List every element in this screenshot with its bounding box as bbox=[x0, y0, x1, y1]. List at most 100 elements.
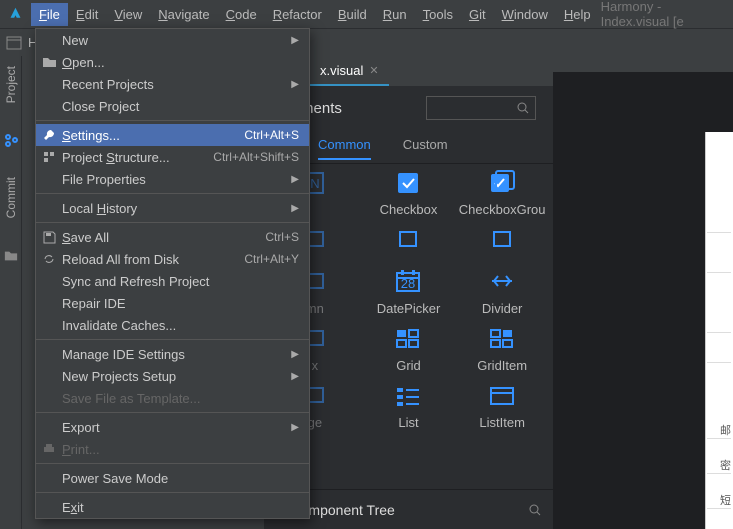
branch-icon bbox=[4, 133, 18, 147]
component-icon bbox=[393, 170, 423, 196]
menu-item-new-projects-setup[interactable]: New Projects Setup▶ bbox=[36, 365, 309, 387]
commit-tool-button[interactable]: Commit bbox=[4, 177, 18, 218]
menu-item-local-history[interactable]: Local History ▶ bbox=[36, 197, 309, 219]
menu-navigate[interactable]: Navigate bbox=[150, 3, 217, 26]
close-icon[interactable]: ✕ bbox=[369, 64, 378, 77]
submenu-arrow-icon: ▶ bbox=[291, 174, 299, 185]
palette-item-checkbox[interactable]: Checkbox bbox=[362, 170, 456, 217]
palette-item-list[interactable]: List bbox=[362, 383, 456, 430]
menu-tools[interactable]: Tools bbox=[415, 3, 461, 26]
menu-item-label: New bbox=[62, 33, 88, 48]
menu-item-manage-ide-settings[interactable]: Manage IDE Settings▶ bbox=[36, 343, 309, 365]
palette-item-label: Checkbox bbox=[380, 202, 438, 217]
shortcut-label: Ctrl+Alt+Shift+S bbox=[213, 150, 299, 164]
palette-item-label: ListItem bbox=[479, 415, 525, 430]
submenu-arrow-icon: ▶ bbox=[291, 349, 299, 360]
tab-custom[interactable]: Custom bbox=[403, 131, 448, 160]
svg-text:28: 28 bbox=[401, 276, 415, 291]
menu-run[interactable]: Run bbox=[375, 3, 415, 26]
form-label: 邮 bbox=[707, 422, 731, 439]
palette-item-partial[interactable] bbox=[362, 227, 456, 259]
file-menu-dropdown: New▶Open...Recent Projects▶Close Project… bbox=[35, 28, 310, 519]
menu-item-label: Local History bbox=[62, 201, 137, 216]
submenu-arrow-icon: ▶ bbox=[291, 203, 299, 214]
components-search[interactable] bbox=[426, 96, 536, 120]
menu-item-label: Power Save Mode bbox=[62, 471, 168, 486]
palette-item-label: x bbox=[312, 358, 319, 373]
palette-item-griditem[interactable]: GridItem bbox=[455, 326, 549, 373]
palette-item-label: Grid bbox=[396, 358, 421, 373]
palette-item-datepicker[interactable]: 28DatePicker bbox=[362, 269, 456, 316]
menu-item-label: Open... bbox=[62, 55, 105, 70]
menu-edit[interactable]: Edit bbox=[68, 3, 106, 26]
menu-item-label: Close Project bbox=[62, 99, 139, 114]
component-icon: 28 bbox=[393, 269, 423, 295]
component-icon bbox=[487, 269, 517, 295]
search-icon[interactable] bbox=[529, 504, 541, 516]
palette-item-label: Divider bbox=[482, 301, 522, 316]
menu-code[interactable]: Code bbox=[218, 3, 265, 26]
menu-item-save-file-as-template: Save File as Template... bbox=[36, 387, 309, 409]
svg-text:N: N bbox=[310, 176, 319, 191]
project-tool-button[interactable]: Project bbox=[4, 66, 18, 103]
wrench-icon bbox=[42, 128, 56, 142]
shortcut-label: Ctrl+Alt+Y bbox=[244, 252, 299, 266]
menu-item-close-project[interactable]: Close Project bbox=[36, 95, 309, 117]
form-label: 密 bbox=[707, 457, 731, 474]
menu-item-file-properties[interactable]: File Properties▶ bbox=[36, 168, 309, 190]
window-title: Harmony - Index.visual [e bbox=[601, 0, 729, 29]
menu-item-label: Print... bbox=[62, 442, 100, 457]
phone-canvas: 邮 密 短 bbox=[705, 132, 733, 529]
left-gutter: Project Commit bbox=[0, 56, 22, 529]
menu-view[interactable]: View bbox=[106, 3, 150, 26]
menu-item-sync-and-refresh-project[interactable]: Sync and Refresh Project bbox=[36, 270, 309, 292]
menu-item-repair-ide[interactable]: Repair IDE bbox=[36, 292, 309, 314]
menu-item-export[interactable]: Export▶ bbox=[36, 416, 309, 438]
menu-item-label: Save File as Template... bbox=[62, 391, 201, 406]
menu-refactor[interactable]: Refactor bbox=[265, 3, 330, 26]
palette-item-listitem[interactable]: ListItem bbox=[455, 383, 549, 430]
device-preview: 邮 密 短 bbox=[553, 72, 733, 529]
component-icon bbox=[487, 383, 517, 409]
menu-item-save-all[interactable]: Save AllCtrl+S bbox=[36, 226, 309, 248]
folder-icon bbox=[4, 249, 18, 263]
component-icon bbox=[393, 383, 423, 409]
shortcut-label: Ctrl+Alt+S bbox=[244, 128, 299, 142]
editor-tab-index-visual[interactable]: x.visual ✕ bbox=[310, 56, 389, 86]
menu-item-settings[interactable]: Settings... Ctrl+Alt+S bbox=[36, 124, 309, 146]
menu-item-label: Repair IDE bbox=[62, 296, 126, 311]
menubar: FileEditViewNavigateCodeRefactorBuildRun… bbox=[0, 0, 733, 28]
menu-item-recent-projects[interactable]: Recent Projects▶ bbox=[36, 73, 309, 95]
component-icon bbox=[393, 326, 423, 352]
component-icon bbox=[487, 227, 517, 253]
palette-item-checkboxgrou[interactable]: CheckboxGrou bbox=[455, 170, 549, 217]
menu-item-project-structure[interactable]: Project Structure... Ctrl+Alt+Shift+S bbox=[36, 146, 309, 168]
menu-item-label: Invalidate Caches... bbox=[62, 318, 176, 333]
menu-item-power-save-mode[interactable]: Power Save Mode bbox=[36, 467, 309, 489]
save-icon bbox=[42, 230, 56, 244]
print-icon bbox=[42, 442, 56, 456]
reload-icon bbox=[42, 252, 56, 266]
menu-help[interactable]: Help bbox=[556, 3, 599, 26]
tab-common[interactable]: Common bbox=[318, 131, 371, 160]
menu-item-new[interactable]: New▶ bbox=[36, 29, 309, 51]
palette-item-divider[interactable]: Divider bbox=[455, 269, 549, 316]
submenu-arrow-icon: ▶ bbox=[291, 422, 299, 433]
menu-item-label: Settings... bbox=[62, 128, 120, 143]
palette-item-partial[interactable] bbox=[455, 227, 549, 259]
menu-item-open[interactable]: Open... bbox=[36, 51, 309, 73]
component-icon bbox=[393, 227, 423, 253]
menu-item-exit[interactable]: Exit bbox=[36, 496, 309, 518]
menu-window[interactable]: Window bbox=[494, 3, 556, 26]
palette-item-grid[interactable]: Grid bbox=[362, 326, 456, 373]
menu-item-label: Project Structure... bbox=[62, 150, 170, 165]
menu-file[interactable]: File bbox=[31, 3, 68, 26]
menu-build[interactable]: Build bbox=[330, 3, 375, 26]
menu-item-reload-all-from-disk[interactable]: Reload All from DiskCtrl+Alt+Y bbox=[36, 248, 309, 270]
form-label: 短 bbox=[707, 492, 731, 509]
structure-icon bbox=[42, 150, 56, 164]
menu-git[interactable]: Git bbox=[461, 3, 494, 26]
menu-item-label: Exit bbox=[62, 500, 84, 515]
menu-item-invalidate-caches[interactable]: Invalidate Caches... bbox=[36, 314, 309, 336]
menu-item-label: New Projects Setup bbox=[62, 369, 176, 384]
